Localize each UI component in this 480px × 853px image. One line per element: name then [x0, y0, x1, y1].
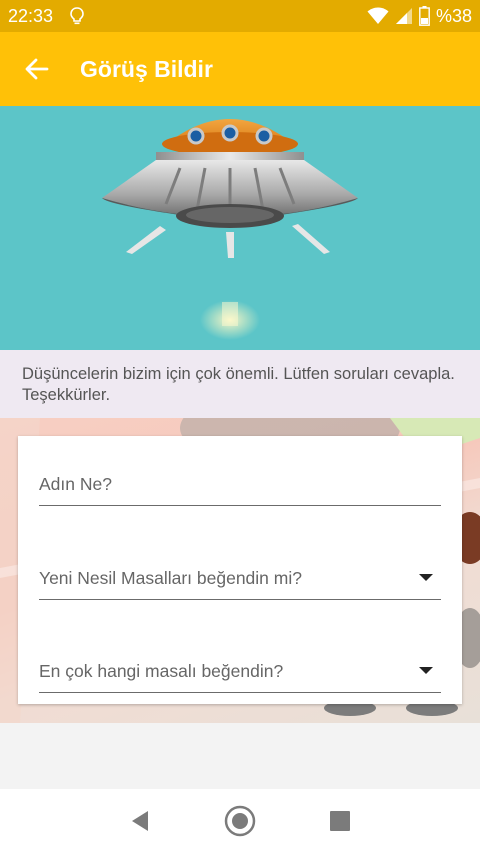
home-circle-icon: [224, 805, 256, 837]
lightbulb-icon: [70, 7, 84, 25]
nav-home-button[interactable]: [220, 801, 260, 841]
nav-recents-button[interactable]: [320, 801, 360, 841]
navigation-bar: [0, 789, 480, 853]
battery-icon: [419, 6, 430, 26]
status-bar: 22:33 %38: [0, 0, 480, 32]
name-placeholder: Adın Ne?: [39, 474, 112, 494]
back-button[interactable]: [0, 32, 74, 106]
feedback-form: Adın Ne? Yeni Nesil Masalları beğendin m…: [18, 436, 462, 704]
signal-icon: [395, 8, 412, 24]
page-title: Görüş Bildir: [80, 55, 213, 82]
dropdown-arrow-icon: [419, 574, 433, 581]
dropdown-arrow-icon: [419, 667, 433, 674]
ufo-illustration: [102, 119, 358, 340]
question2-dropdown[interactable]: En çok hangi masalı beğendin?: [39, 653, 441, 693]
nav-back-button[interactable]: [120, 801, 160, 841]
square-recents-icon: [330, 811, 350, 831]
intro-text: Düşüncelerin bizim için çok önemli. Lütf…: [0, 350, 480, 418]
status-time: 22:33: [8, 5, 54, 26]
hero-illustration: [0, 106, 480, 350]
question1-dropdown[interactable]: Yeni Nesil Masalları beğendin mi?: [39, 560, 441, 600]
triangle-back-icon: [132, 811, 148, 831]
battery-percent: %38: [435, 5, 472, 26]
name-input[interactable]: Adın Ne?: [39, 466, 441, 506]
question2-label: En çok hangi masalı beğendin?: [39, 661, 284, 681]
wifi-icon: [367, 7, 389, 24]
app-bar: Görüş Bildir: [0, 32, 480, 106]
arrow-left-icon: [25, 58, 49, 80]
question1-label: Yeni Nesil Masalları beğendin mi?: [39, 568, 302, 588]
